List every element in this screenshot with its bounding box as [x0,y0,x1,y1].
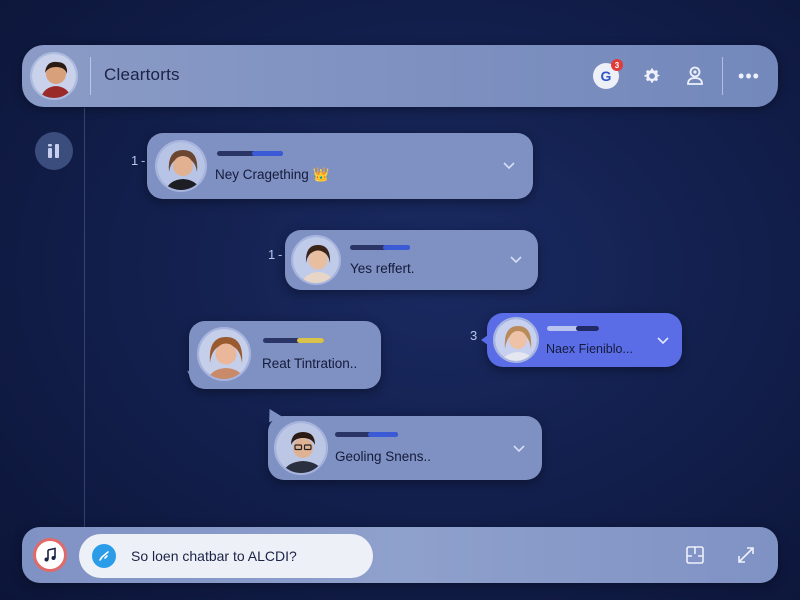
message-text: Yes reffert. [350,261,415,276]
progress-bar [263,338,324,343]
app-title: Cleartorts [104,65,180,84]
message-card[interactable]: Reat Tintration.. [183,321,381,389]
avatar [493,317,539,363]
message-card-selected[interactable]: Naex Fieniblo... [481,313,682,367]
music-button[interactable] [33,538,67,572]
bar-chart-icon [48,144,59,158]
header-divider-right [722,57,723,95]
avatar [197,327,251,381]
profile-avatar[interactable] [30,52,78,100]
sidebar-apps-button[interactable] [35,132,73,170]
speech-tail [264,405,282,423]
composer-bar: So loen chatbar to ALCDI? [22,527,778,583]
speech-tail [183,370,203,386]
chat-input-text: So loen chatbar to ALCDI? [131,548,297,564]
progress-bar [350,245,410,250]
message-card[interactable]: Geoling Snens.. [264,405,542,480]
gear-icon [644,68,660,83]
chat-input[interactable]: So loen chatbar to ALCDI? [79,534,373,578]
expand-arrows-icon[interactable] [734,543,758,567]
message-card[interactable]: Yes reffert. [285,230,538,290]
header-divider [90,57,91,95]
music-note-icon [44,547,56,562]
avatar [291,235,341,285]
progress-bar [217,151,283,156]
progress-fill [383,245,410,250]
avatar [274,421,328,475]
message-number: 1 [131,153,139,168]
message-text: Geoling Snens.. [335,449,432,464]
chevron-down-icon[interactable] [509,252,523,266]
user-badge-icon [687,66,703,85]
more-icon: ••• [738,65,760,86]
message-text: Reat Tintration.. [262,356,358,371]
chevron-down-icon[interactable] [656,333,670,347]
connector-dash: - [141,153,146,168]
message-text: Naex Fieniblo... [546,342,633,356]
google-notification-button[interactable]: G 3 [593,59,623,89]
settings-button[interactable] [639,63,665,89]
chat-bubble-icon [92,544,116,568]
sidebar-divider [84,108,85,528]
more-options-button[interactable]: ••• [736,63,762,89]
account-button[interactable] [682,63,708,89]
message-number: 1 [268,247,276,262]
progress-fill [367,432,398,437]
speech-tail [481,335,488,345]
google-icon: G [600,68,612,84]
chevron-down-icon[interactable] [512,441,526,455]
progress-fill [296,338,324,343]
progress-bar [335,432,398,437]
message-number: 3 [470,328,478,343]
message-card[interactable]: Ney Cragething 👑 [147,133,533,199]
progress-fill [251,151,283,156]
connector-dash: - [278,247,283,262]
layout-panel-icon[interactable] [683,543,707,567]
avatar [155,140,207,192]
chevron-down-icon[interactable] [502,158,516,172]
progress-fill [575,326,599,331]
notification-badge: 3 [611,59,623,71]
top-bar: Cleartorts G 3 ••• [22,45,778,107]
progress-bar [547,326,599,331]
message-text: Ney Cragething 👑 [215,167,330,182]
